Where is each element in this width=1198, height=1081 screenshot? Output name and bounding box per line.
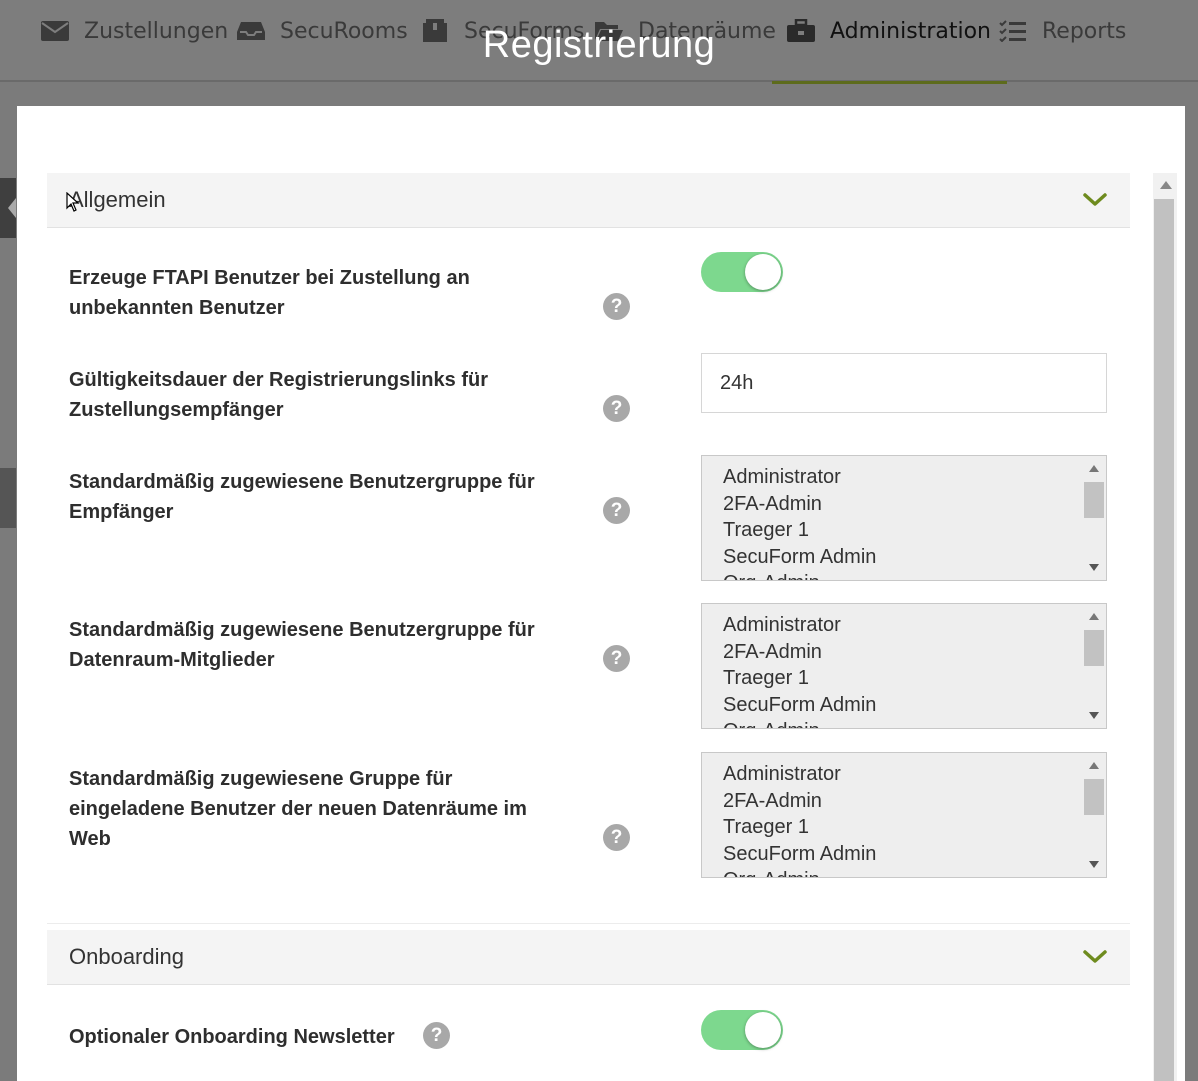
chevron-left-icon bbox=[8, 198, 16, 218]
help-icon[interactable]: ? bbox=[603, 497, 630, 524]
newsletter-toggle[interactable] bbox=[701, 1010, 783, 1050]
list-option[interactable]: SecuForm Admin bbox=[723, 692, 1106, 719]
scroll-down-arrow-icon[interactable] bbox=[1089, 564, 1099, 571]
scroll-thumb[interactable] bbox=[1154, 199, 1174, 1081]
modal-content: Allgemein Erzeuge FTAPI Benutzer bei Zus… bbox=[47, 173, 1130, 1081]
help-icon[interactable]: ? bbox=[603, 645, 630, 672]
scroll-down-arrow-icon[interactable] bbox=[1089, 712, 1099, 719]
list-option[interactable]: SecuForm Admin bbox=[723, 544, 1106, 571]
chevron-down-icon[interactable] bbox=[1082, 947, 1108, 967]
chevron-down-icon[interactable] bbox=[1082, 190, 1108, 210]
help-icon[interactable]: ? bbox=[423, 1022, 450, 1049]
invited-user-group-label: Standardmäßig zugewiesene Gruppe für ein… bbox=[69, 768, 527, 850]
scroll-down-arrow-icon[interactable] bbox=[1089, 861, 1099, 868]
scroll-thumb[interactable] bbox=[1084, 482, 1104, 518]
list-option[interactable]: Org-Admin bbox=[723, 867, 1106, 877]
recipient-group-listbox[interactable]: Administrator 2FA-Admin Traeger 1 SecuFo… bbox=[701, 455, 1107, 581]
section-divider bbox=[47, 923, 1130, 924]
list-option[interactable]: Administrator bbox=[723, 612, 1106, 639]
create-user-toggle[interactable] bbox=[701, 252, 783, 292]
list-option[interactable]: 2FA-Admin bbox=[723, 788, 1106, 815]
recipient-group-label: Standardmäßig zugewiesene Benutzergruppe… bbox=[69, 471, 535, 523]
listbox-scrollbar[interactable] bbox=[1083, 754, 1105, 876]
help-icon[interactable]: ? bbox=[603, 395, 630, 422]
list-option[interactable]: Traeger 1 bbox=[723, 814, 1106, 841]
list-option[interactable]: SecuForm Admin bbox=[723, 841, 1106, 868]
background-panel-edge bbox=[0, 468, 16, 528]
modal-title: Registrierung bbox=[482, 24, 716, 66]
help-icon[interactable]: ? bbox=[603, 824, 630, 851]
background-sidebar-toggle bbox=[0, 178, 16, 238]
list-option[interactable]: Traeger 1 bbox=[723, 517, 1106, 544]
dataroom-member-group-listbox[interactable]: Administrator 2FA-Admin Traeger 1 SecuFo… bbox=[701, 603, 1107, 729]
mouse-cursor-icon bbox=[66, 192, 80, 212]
link-validity-input[interactable] bbox=[701, 353, 1107, 413]
scroll-up-arrow-icon[interactable] bbox=[1089, 465, 1099, 472]
dataroom-member-group-label: Standardmäßig zugewiesene Benutzergruppe… bbox=[69, 619, 535, 671]
invited-user-group-listbox[interactable]: Administrator 2FA-Admin Traeger 1 SecuFo… bbox=[701, 752, 1107, 878]
toggle-knob bbox=[745, 1012, 781, 1048]
scroll-thumb[interactable] bbox=[1084, 779, 1104, 815]
list-option[interactable]: Traeger 1 bbox=[723, 665, 1106, 692]
list-option[interactable]: Org-Admin bbox=[723, 570, 1106, 580]
scroll-up-arrow-icon[interactable] bbox=[1089, 762, 1099, 769]
section-header-allgemein[interactable]: Allgemein bbox=[47, 173, 1130, 228]
help-icon[interactable]: ? bbox=[603, 293, 630, 320]
registrierung-modal: Allgemein Erzeuge FTAPI Benutzer bei Zus… bbox=[17, 106, 1185, 1081]
scroll-thumb[interactable] bbox=[1084, 630, 1104, 666]
list-option[interactable]: 2FA-Admin bbox=[723, 639, 1106, 666]
listbox-scrollbar[interactable] bbox=[1083, 457, 1105, 579]
section-title: Onboarding bbox=[69, 944, 184, 969]
create-user-label: Erzeuge FTAPI Benutzer bei Zustellung an… bbox=[69, 267, 470, 319]
modal-scrollbar[interactable] bbox=[1153, 173, 1177, 1081]
list-option[interactable]: Administrator bbox=[723, 761, 1106, 788]
scroll-up-arrow-icon[interactable] bbox=[1089, 613, 1099, 620]
listbox-scrollbar[interactable] bbox=[1083, 605, 1105, 727]
toggle-knob bbox=[745, 254, 781, 290]
newsletter-label: Optionaler Onboarding Newsletter bbox=[69, 1026, 395, 1048]
section-title: Allgemein bbox=[69, 187, 166, 212]
list-option[interactable]: 2FA-Admin bbox=[723, 491, 1106, 518]
link-validity-label: Gültigkeitsdauer der Registrierungslinks… bbox=[69, 369, 488, 421]
list-option[interactable]: Administrator bbox=[723, 464, 1106, 491]
list-option[interactable]: Org-Admin bbox=[723, 718, 1106, 728]
scroll-up-arrow-icon[interactable] bbox=[1160, 181, 1172, 189]
section-header-onboarding[interactable]: Onboarding bbox=[47, 930, 1130, 985]
